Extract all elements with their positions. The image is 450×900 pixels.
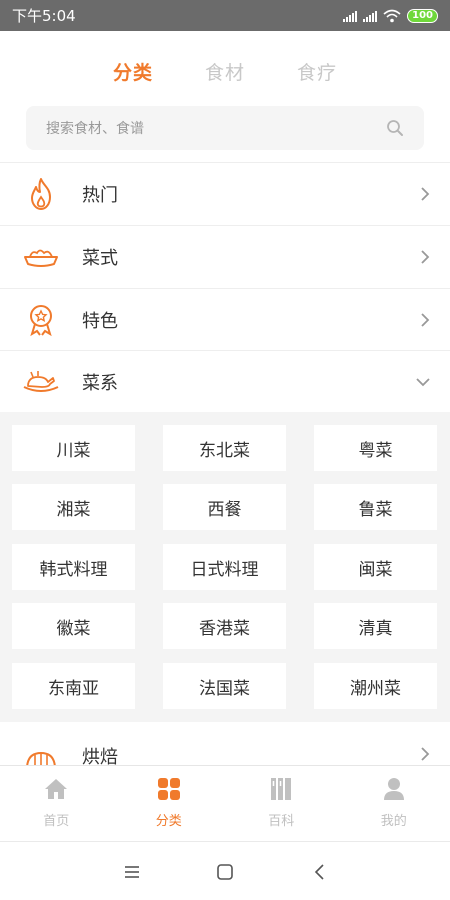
category-label: 烘焙 — [82, 747, 118, 765]
home-icon — [43, 776, 69, 802]
system-nav-bar — [0, 841, 450, 900]
category-row-specialty[interactable]: 特色 — [0, 289, 450, 351]
category-label: 特色 — [82, 311, 118, 332]
cuisine-chip[interactable]: 粤菜 — [314, 425, 437, 471]
tab-ingredient[interactable]: 食材 — [205, 58, 245, 85]
home-button-icon[interactable] — [213, 860, 237, 884]
tab-label: 首页 — [43, 814, 70, 829]
cuisine-chip[interactable]: 韩式料理 — [12, 544, 135, 590]
wifi-icon — [383, 9, 401, 22]
tab-home[interactable]: 首页 — [0, 766, 113, 841]
bottom-tab-bar: 首页 分类 百科 我的 — [0, 765, 450, 841]
search-input[interactable]: 搜索食材、食谱 — [26, 106, 424, 150]
cuisine-chip[interactable]: 闽菜 — [314, 544, 437, 590]
cuisine-chip[interactable]: 日式料理 — [163, 544, 286, 590]
chevron-right-icon — [418, 185, 432, 203]
status-icons: 100 — [343, 8, 438, 23]
category-row-cuisine[interactable]: 菜系 — [0, 351, 450, 413]
tab-diet-therapy[interactable]: 食疗 — [297, 58, 337, 85]
top-tabs: 分类 食材 食疗 — [0, 58, 450, 85]
tab-mine[interactable]: 我的 — [338, 766, 450, 841]
search-placeholder: 搜索食材、食谱 — [46, 121, 144, 137]
cuisine-chip[interactable]: 西餐 — [163, 484, 286, 530]
signal-icon — [343, 10, 358, 22]
chevron-right-icon — [418, 745, 432, 763]
badge-icon — [22, 302, 60, 338]
cuisine-chip[interactable]: 法国菜 — [163, 663, 286, 709]
status-time: 下午5:04 — [12, 7, 76, 25]
search-icon[interactable] — [386, 119, 404, 137]
category-label: 菜系 — [82, 373, 118, 394]
signal-icon — [363, 10, 378, 22]
category-row-hot[interactable]: 热门 — [0, 163, 450, 225]
back-icon[interactable] — [308, 860, 332, 884]
status-bar: 下午5:04 100 — [0, 0, 450, 31]
chevron-right-icon — [418, 248, 432, 266]
cuisine-chip[interactable]: 潮州菜 — [314, 663, 437, 709]
battery-icon: 100 — [407, 8, 438, 23]
tab-encyclopedia[interactable]: 百科 — [225, 766, 338, 841]
flame-icon — [22, 176, 60, 212]
tab-category-bottom[interactable]: 分类 — [113, 766, 226, 841]
cuisine-chip[interactable]: 东北菜 — [163, 425, 286, 471]
category-label: 热门 — [82, 185, 118, 206]
menu-icon[interactable] — [120, 860, 144, 884]
cuisine-chip[interactable]: 湘菜 — [12, 484, 135, 530]
cuisine-chip[interactable]: 东南亚 — [12, 663, 135, 709]
user-icon — [381, 776, 407, 802]
roast-chicken-icon — [22, 364, 60, 400]
grid-icon — [156, 776, 182, 802]
bread-icon — [22, 743, 60, 765]
cuisine-chip[interactable]: 徽菜 — [12, 603, 135, 649]
category-row-baking[interactable]: 烘焙 — [0, 723, 450, 765]
tab-label: 分类 — [155, 814, 182, 829]
category-row-dish-style[interactable]: 菜式 — [0, 226, 450, 288]
chevron-down-icon — [414, 373, 432, 391]
cuisine-chip[interactable]: 川菜 — [12, 425, 135, 471]
cuisine-chip[interactable]: 鲁菜 — [314, 484, 437, 530]
tab-category[interactable]: 分类 — [113, 58, 153, 85]
cuisine-chip[interactable]: 香港菜 — [163, 603, 286, 649]
chevron-right-icon — [418, 311, 432, 329]
cuisine-chip[interactable]: 清真 — [314, 603, 437, 649]
tab-label: 百科 — [268, 814, 295, 829]
cuisine-grid: 川菜 东北菜 粤菜 湘菜 西餐 鲁菜 韩式料理 日式料理 闽菜 徽菜 香港菜 清… — [0, 412, 450, 722]
tab-label: 我的 — [380, 814, 407, 829]
books-icon — [268, 776, 294, 802]
dish-icon — [22, 239, 60, 275]
category-label: 菜式 — [82, 248, 118, 269]
